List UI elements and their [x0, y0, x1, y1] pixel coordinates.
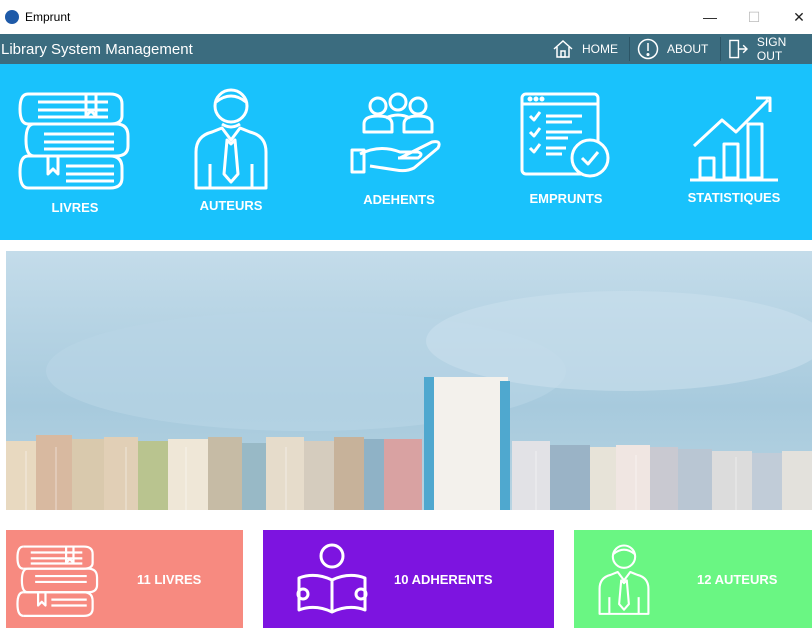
sign-out-icon: [729, 39, 748, 59]
nav-livres-label: LIVRES: [51, 200, 99, 215]
nav-statistiques[interactable]: STATISTIQUES: [682, 94, 786, 216]
checklist-icon: [520, 92, 610, 178]
main-nav: LIVRES AUTEURS ADEHENTS EMPRUNTS STATIST…: [0, 64, 812, 240]
bookshelf-image: [6, 251, 812, 510]
menu-bar: Library System Management HOME ABOUT SIG…: [0, 34, 812, 64]
menu-separator: [720, 37, 721, 61]
author-icon: [194, 88, 268, 190]
members-icon: [350, 92, 441, 174]
window-title: Emprunt: [25, 10, 71, 24]
window-titlebar: Emprunt — ☐ ✕: [0, 0, 812, 34]
footer-strip: [0, 630, 812, 640]
home-label: HOME: [582, 42, 618, 56]
app-title: Library System Management: [1, 41, 193, 58]
books-icon: [18, 92, 130, 190]
info-icon: [637, 38, 659, 60]
reader-icon: [296, 543, 368, 614]
stat-auteurs-label: 12 AUTEURS: [697, 572, 778, 587]
sign-out-label: SIGN OUT: [756, 35, 787, 63]
stat-card-adherents[interactable]: 10 ADHERENTS: [263, 530, 554, 628]
nav-adherents-label: ADEHENTS: [363, 192, 435, 207]
stat-livres-label: 11 LIVRES: [137, 572, 202, 587]
author-icon: [598, 544, 650, 615]
menu-separator: [629, 37, 630, 61]
home-button[interactable]: HOME: [552, 34, 618, 64]
nav-emprunts[interactable]: EMPRUNTS: [516, 92, 616, 217]
stat-card-auteurs[interactable]: 12 AUTEURS: [574, 530, 812, 628]
stat-card-livres[interactable]: 11 LIVRES: [6, 530, 243, 628]
nav-statistiques-label: STATISTIQUES: [687, 190, 781, 205]
about-label: ABOUT: [667, 42, 709, 56]
close-button[interactable]: ✕: [784, 4, 812, 30]
minimize-button[interactable]: —: [695, 4, 725, 30]
books-icon: [16, 545, 99, 617]
maximize-button[interactable]: ☐: [739, 4, 769, 30]
statistics-icon: [690, 96, 778, 182]
bookshelf-banner: [6, 251, 812, 510]
sign-out-button[interactable]: SIGN OUT: [728, 34, 812, 64]
home-icon: [553, 39, 573, 58]
stat-adherents-label: 10 ADHERENTS: [394, 572, 493, 587]
nav-adherents[interactable]: ADEHENTS: [350, 92, 448, 212]
about-button[interactable]: ABOUT: [637, 34, 708, 64]
nav-auteurs-label: AUTEURS: [199, 198, 263, 213]
nav-livres[interactable]: LIVRES: [18, 84, 132, 219]
nav-auteurs[interactable]: AUTEURS: [188, 84, 274, 219]
app-icon: [5, 10, 19, 24]
nav-emprunts-label: EMPRUNTS: [529, 191, 603, 206]
